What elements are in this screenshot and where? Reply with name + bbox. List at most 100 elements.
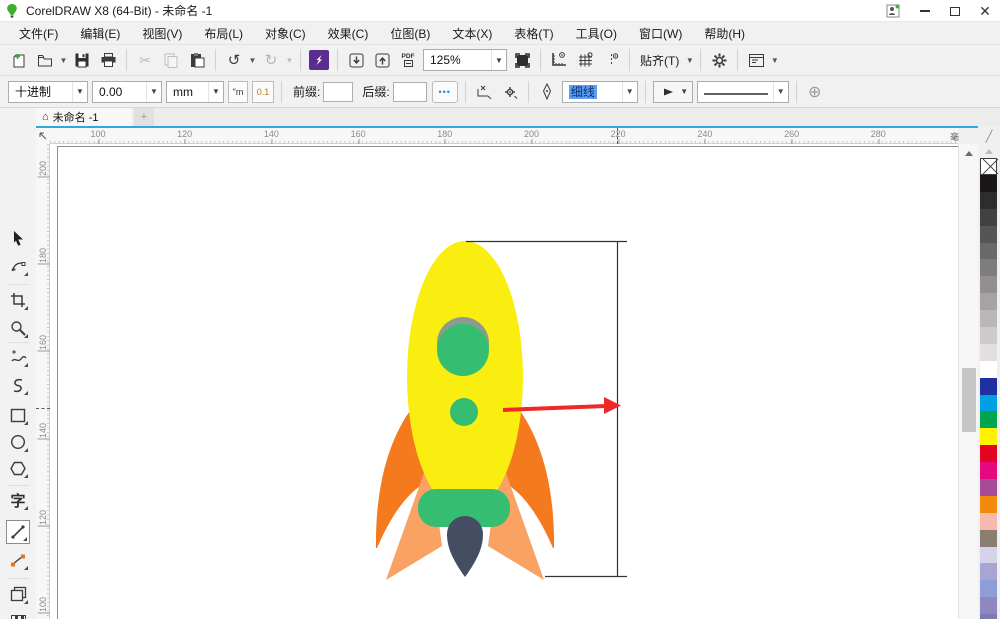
rocket-drawing[interactable] [50, 144, 958, 619]
swatch-a74b98[interactable] [980, 479, 997, 496]
swatch-8d89c0[interactable] [980, 597, 997, 615]
menu-item-4[interactable]: 对象(C) [254, 22, 317, 44]
tick-divisions-button[interactable]: 0.1 [252, 80, 274, 103]
swatch-a9a5d2[interactable] [980, 563, 997, 581]
menu-item-7[interactable]: 文本(X) [441, 22, 503, 44]
open-dropdown[interactable]: ▼ [58, 48, 69, 72]
zoom-dropdown-icon[interactable]: ▼ [491, 50, 506, 70]
text-tool[interactable]: 字 [6, 488, 30, 512]
rectangle-tool[interactable] [6, 403, 30, 427]
application-launcher-dropdown[interactable]: ▼ [769, 48, 780, 72]
swatch-434041[interactable] [980, 208, 997, 226]
fullscreen-preview-button[interactable] [510, 48, 534, 72]
shape-tool[interactable] [6, 254, 30, 278]
rocket-flame[interactable] [447, 516, 483, 577]
swatch-7d7ab0[interactable] [980, 614, 997, 619]
menu-item-11[interactable]: 帮助(H) [693, 22, 756, 44]
arrowhead-dropdown-icon[interactable]: ▼ [677, 82, 692, 102]
rocket-window-small[interactable] [450, 398, 478, 426]
document-tab[interactable]: ⌂ 未命名 -1 [36, 108, 132, 126]
minimize-button[interactable] [910, 0, 940, 22]
undo-dropdown[interactable]: ▼ [247, 48, 258, 72]
palette-pen-icon[interactable]: ╱ [978, 128, 1000, 144]
crop-tool[interactable] [6, 288, 30, 312]
2-point-line-tool[interactable] [6, 520, 30, 544]
line-style-dropdown-icon[interactable]: ▼ [772, 81, 788, 102]
swatch-bbb7b8[interactable] [980, 310, 997, 328]
open-button[interactable] [33, 48, 57, 72]
zoom-tool[interactable] [6, 316, 30, 340]
b-spline-tool[interactable] [6, 373, 30, 397]
swatch-a7a3a4[interactable] [980, 293, 997, 311]
line-style-combo[interactable]: ▼ [696, 80, 789, 103]
new-document-button[interactable] [7, 48, 31, 72]
swatch-e3dfe0[interactable] [980, 343, 997, 361]
swatch-938f90[interactable] [980, 276, 997, 294]
freehand-tool[interactable] [6, 345, 30, 369]
swatch-20309e[interactable] [980, 377, 997, 395]
polygon-tool[interactable] [6, 456, 30, 480]
show-units-button[interactable]: "m [228, 80, 248, 103]
swatch-2f2c2d[interactable] [980, 191, 997, 209]
outline-width-combo[interactable]: 细线 ▼ [561, 80, 638, 103]
swatch-00a0e4[interactable] [980, 394, 997, 412]
content-exchange-button[interactable] [307, 48, 331, 72]
dimension-precision-dropdown-icon[interactable]: ▼ [146, 81, 161, 102]
swatch-e30421[interactable] [980, 445, 997, 463]
outline-width-dropdown-icon[interactable]: ▼ [621, 81, 637, 102]
print-button[interactable] [96, 48, 120, 72]
publish-pdf-button[interactable]: PDF [396, 48, 420, 72]
show-guidelines-button[interactable] [599, 48, 623, 72]
menu-item-5[interactable]: 效果(C) [317, 22, 380, 44]
save-button[interactable] [70, 48, 94, 72]
swatch-1b1718[interactable] [980, 175, 997, 192]
menu-item-10[interactable]: 窗口(W) [628, 22, 693, 44]
prefix-input[interactable] [323, 81, 354, 102]
paste-button[interactable] [185, 48, 209, 72]
zoom-level-combo[interactable]: 125% ▼ [423, 49, 507, 71]
dimension-settings-button[interactable] [498, 80, 522, 104]
swatch-00a54f[interactable] [980, 411, 997, 429]
rocket-body[interactable] [407, 241, 523, 513]
menu-item-6[interactable]: 位图(B) [379, 22, 441, 44]
import-button[interactable] [344, 48, 368, 72]
text-position-button[interactable] [472, 80, 496, 104]
dimension-units-dropdown-icon[interactable]: ▼ [208, 81, 223, 102]
swatch-8f9cd5[interactable] [980, 580, 997, 598]
swatch-fff200[interactable] [980, 428, 997, 446]
swatch-f7b9ad[interactable] [980, 512, 997, 530]
dimension-style-dropdown-icon[interactable]: ▼ [72, 81, 87, 102]
vertical-ruler[interactable]: 200 180 160 140 120 100 [36, 144, 50, 619]
pick-tool[interactable] [6, 226, 30, 250]
swatch-ffffff[interactable] [980, 360, 997, 378]
undo-button[interactable]: ↺ [222, 48, 246, 72]
show-rulers-button[interactable] [547, 48, 571, 72]
dynamic-dimensioning-button[interactable]: ••• [431, 80, 458, 103]
ruler-origin[interactable] [36, 128, 50, 144]
swatch-575455[interactable] [980, 225, 997, 243]
drop-shadow-tool[interactable] [6, 582, 30, 606]
swatch-f28b0c[interactable] [980, 495, 997, 513]
menu-item-0[interactable]: 文件(F) [8, 22, 69, 44]
show-grid-button[interactable] [573, 48, 597, 72]
ellipse-tool[interactable] [6, 430, 30, 454]
connector-tool[interactable] [6, 548, 30, 572]
application-launcher-button[interactable] [744, 48, 768, 72]
account-icon[interactable] [876, 0, 910, 22]
horizontal-ruler[interactable]: 毫米 100120140160180200220240260280 [50, 128, 959, 155]
menu-item-8[interactable]: 表格(T) [503, 22, 564, 44]
suffix-input[interactable] [392, 81, 427, 102]
swatch-8b7d72[interactable] [980, 529, 997, 547]
drawing-canvas[interactable] [50, 144, 958, 619]
maximize-button[interactable] [940, 0, 970, 22]
swatch-cfcbcc[interactable] [980, 327, 997, 344]
snap-to-button[interactable]: 贴齐(T) [636, 48, 683, 72]
export-button[interactable] [370, 48, 394, 72]
dimension-style-combo[interactable]: 十进制 ▼ [8, 80, 88, 103]
scrollbar-thumb[interactable] [962, 368, 976, 432]
swatch-e5087f[interactable] [980, 462, 997, 480]
dimension-units-combo[interactable]: mm ▼ [166, 80, 224, 103]
rocket-window-large[interactable] [437, 324, 489, 376]
menu-item-1[interactable]: 编辑(E) [69, 22, 131, 44]
quick-customize-button[interactable]: ⊕ [803, 80, 827, 104]
